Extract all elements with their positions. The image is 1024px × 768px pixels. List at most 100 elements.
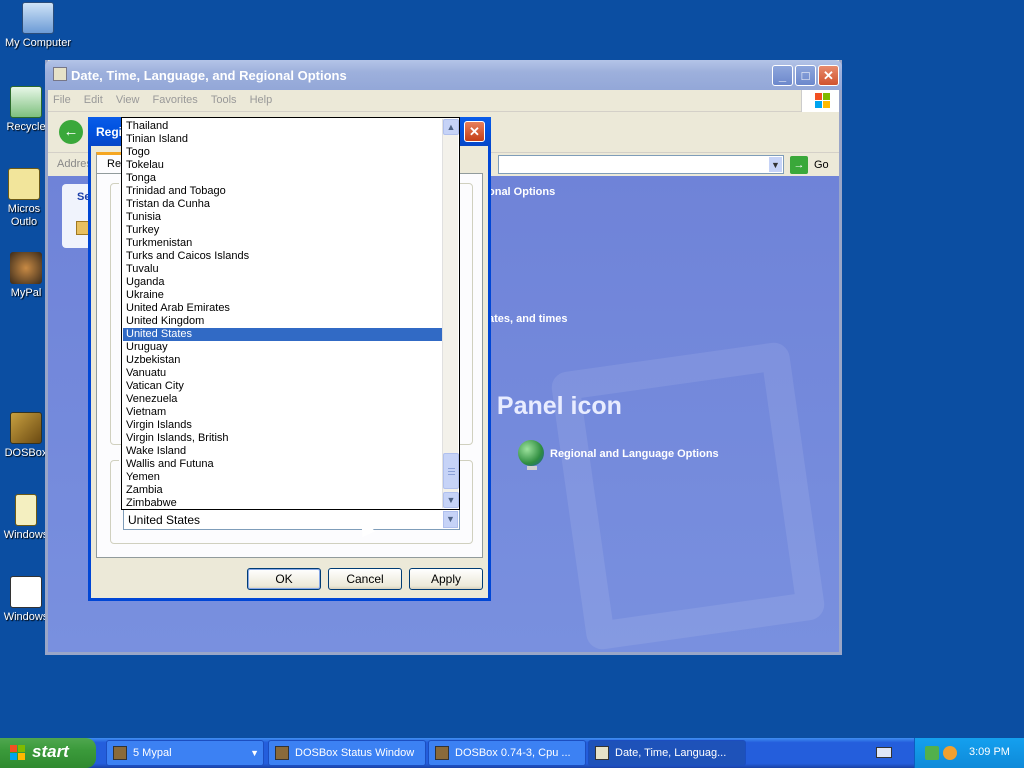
menu-tools[interactable]: Tools bbox=[206, 90, 242, 110]
outlook-icon bbox=[8, 168, 40, 200]
dropdown-items: Thailand Tinian Island Togo Tokelau Tonga Tri… bbox=[123, 120, 443, 509]
dosbox-icon bbox=[10, 412, 42, 444]
menu-help[interactable]: Help bbox=[245, 90, 278, 110]
dropdown-option[interactable]: Uzbekistan bbox=[123, 354, 443, 367]
system-tray: 3:09 PM bbox=[914, 738, 1024, 768]
menu-favorites[interactable]: Favorites bbox=[148, 90, 203, 110]
dropdown-option[interactable]: Turkey bbox=[123, 224, 443, 237]
task-label: Date, Time, Languag... bbox=[615, 747, 727, 759]
dropdown-option[interactable]: Venezuela bbox=[123, 393, 443, 406]
dropdown-option[interactable]: Vietnam bbox=[123, 406, 443, 419]
dropdown-option[interactable]: Vanuatu bbox=[123, 367, 443, 380]
desktop: My Computer Recycle Micros Outlo MyPal D… bbox=[0, 0, 1024, 738]
taskbar-item-dosbox[interactable]: DOSBox 0.74-3, Cpu ... bbox=[428, 740, 586, 766]
go-arrow-icon: → bbox=[790, 156, 808, 174]
go-button[interactable]: → Go bbox=[790, 156, 836, 174]
chevron-down-icon: ▼ bbox=[250, 748, 259, 758]
scrollbar-thumb[interactable] bbox=[443, 453, 459, 489]
dropdown-option[interactable]: Yemen bbox=[123, 471, 443, 484]
dropdown-option[interactable]: United Arab Emirates bbox=[123, 302, 443, 315]
watermark-graphic bbox=[549, 340, 827, 652]
dropdown-option[interactable]: Virgin Islands bbox=[123, 419, 443, 432]
dropdown-option[interactable]: Tuvalu bbox=[123, 263, 443, 276]
dropdown-option[interactable]: Wake Island bbox=[123, 445, 443, 458]
location-select[interactable]: United States ▼ bbox=[123, 509, 460, 530]
dropdown-option[interactable]: Uganda bbox=[123, 276, 443, 289]
dialog-close-button[interactable]: ✕ bbox=[464, 121, 485, 142]
globe-stand bbox=[527, 466, 537, 470]
apply-button[interactable]: Apply bbox=[409, 568, 483, 590]
dropdown-option[interactable]: Tunisia bbox=[123, 211, 443, 224]
dropdown-option[interactable]: Zambia bbox=[123, 484, 443, 497]
back-arrow-icon[interactable]: ← bbox=[59, 120, 83, 144]
menu-view[interactable]: View bbox=[111, 90, 145, 110]
chevron-down-icon[interactable]: ▼ bbox=[443, 511, 458, 528]
address-input[interactable] bbox=[498, 155, 784, 174]
dropdown-option[interactable]: Virgin Islands, British bbox=[123, 432, 443, 445]
dropdown-option[interactable]: Thailand bbox=[123, 120, 443, 133]
close-button[interactable]: ✕ bbox=[818, 65, 839, 86]
window-titlebar[interactable]: Date, Time, Language, and Regional Optio… bbox=[45, 60, 842, 90]
window-icon bbox=[10, 576, 42, 608]
dropdown-option[interactable]: Trinidad and Tobago bbox=[123, 185, 443, 198]
network-icon[interactable] bbox=[925, 746, 939, 760]
dropdown-option[interactable]: Tonga bbox=[123, 172, 443, 185]
desktop-icon-label: My Computer bbox=[4, 37, 72, 49]
scroll-up-icon[interactable]: ▲ bbox=[443, 119, 459, 135]
dropdown-option[interactable]: Vatican City bbox=[123, 380, 443, 393]
dropdown-option[interactable]: Togo bbox=[123, 146, 443, 159]
start-button[interactable]: start bbox=[0, 738, 96, 768]
dosbox-icon bbox=[275, 746, 289, 760]
minimize-button[interactable]: _ bbox=[772, 65, 793, 86]
dropdown-scrollbar[interactable]: ▲ ▼ bbox=[442, 119, 459, 508]
dropdown-option[interactable]: Wallis and Futuna bbox=[123, 458, 443, 471]
taskbar-item-date-time[interactable]: Date, Time, Languag... bbox=[588, 740, 746, 766]
mypal-icon bbox=[10, 252, 42, 284]
control-panel-icon bbox=[53, 67, 67, 81]
search-icon[interactable] bbox=[943, 746, 957, 760]
cancel-button[interactable]: Cancel bbox=[328, 568, 402, 590]
keyboard-icon[interactable] bbox=[876, 747, 892, 758]
maximize-button[interactable]: □ bbox=[795, 65, 816, 86]
menu-file[interactable]: File bbox=[48, 90, 76, 110]
task-heading: ates, and times bbox=[488, 313, 568, 325]
window-title: Date, Time, Language, and Regional Optio… bbox=[71, 68, 347, 83]
desktop-icon-my-computer[interactable]: My Computer bbox=[0, 2, 76, 50]
menu-bar: File Edit View Favorites Tools Help bbox=[48, 90, 839, 112]
dropdown-option[interactable]: Turkmenistan bbox=[123, 237, 443, 250]
task-label: DOSBox Status Window bbox=[295, 747, 415, 759]
globe-icon[interactable] bbox=[518, 440, 544, 466]
dropdown-option[interactable]: Uruguay bbox=[123, 341, 443, 354]
taskbar-item-dosbox-status[interactable]: DOSBox Status Window bbox=[268, 740, 426, 766]
location-dropdown-list[interactable]: Thailand Tinian Island Togo Tokelau Tonga Tri… bbox=[121, 117, 460, 510]
dropdown-option[interactable]: United States bbox=[123, 328, 443, 341]
pick-control-panel-heading: l Panel icon bbox=[483, 392, 622, 420]
my-computer-icon bbox=[22, 2, 54, 34]
recycle-bin-icon bbox=[10, 86, 42, 118]
category-heading: onal Options bbox=[488, 186, 556, 198]
go-label: Go bbox=[814, 159, 829, 171]
ok-button[interactable]: OK bbox=[247, 568, 321, 590]
chevron-down-icon[interactable]: ▼ bbox=[768, 156, 783, 173]
windows-flag-icon bbox=[10, 745, 26, 761]
dropdown-option[interactable]: Zimbabwe bbox=[123, 497, 443, 509]
dropdown-option[interactable]: Turks and Caicos Islands bbox=[123, 250, 443, 263]
taskbar-item-mypal[interactable]: 5 Mypal ▼ bbox=[106, 740, 264, 766]
start-label: start bbox=[32, 742, 69, 761]
dropdown-option[interactable]: Ukraine bbox=[123, 289, 443, 302]
dropdown-option[interactable]: United Kingdom bbox=[123, 315, 443, 328]
dropdown-option[interactable]: Tristan da Cunha bbox=[123, 198, 443, 211]
menu-edit[interactable]: Edit bbox=[79, 90, 108, 110]
clock[interactable]: 3:09 PM bbox=[969, 746, 1010, 758]
desktop-icon-label: Micros Outlo bbox=[7, 203, 41, 228]
task-label: DOSBox 0.74-3, Cpu ... bbox=[455, 747, 571, 759]
scroll-down-icon[interactable]: ▼ bbox=[443, 492, 459, 508]
control-panel-icon bbox=[595, 746, 609, 760]
mypal-icon bbox=[113, 746, 127, 760]
task-label: 5 Mypal bbox=[133, 747, 172, 759]
windows-logo-icon bbox=[801, 90, 839, 112]
regional-language-options-link[interactable]: Regional and Language Options bbox=[550, 448, 719, 460]
dropdown-option[interactable]: Tinian Island bbox=[123, 133, 443, 146]
dropdown-option[interactable]: Tokelau bbox=[123, 159, 443, 172]
dialog-title: Regi bbox=[96, 125, 123, 139]
